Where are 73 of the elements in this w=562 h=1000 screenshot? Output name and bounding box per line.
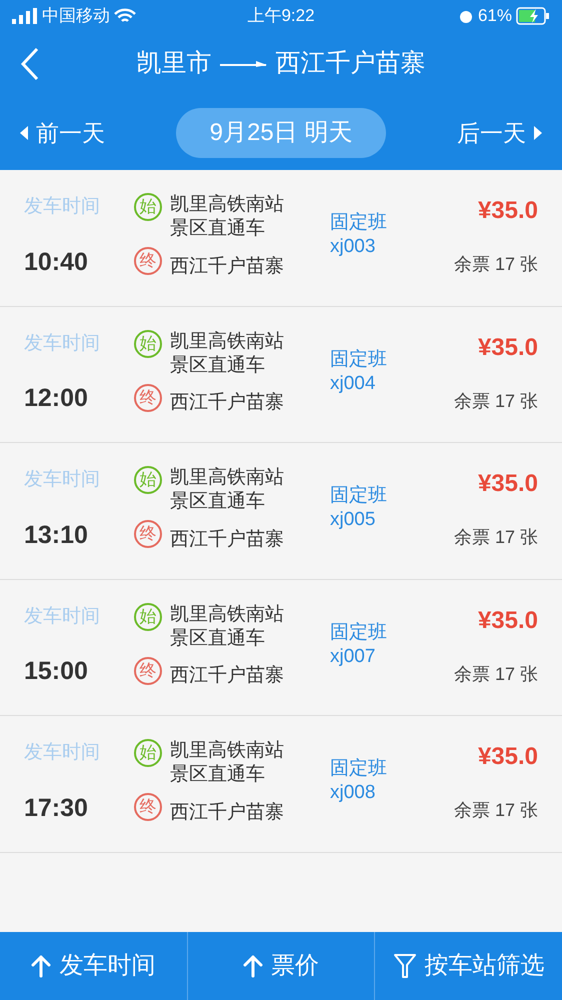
battery-percent: 61% (478, 5, 512, 28)
destination-city: 西江千户苗寨 (276, 48, 426, 80)
origin-city: 凯里市 (136, 48, 212, 80)
filter-icon (392, 953, 417, 979)
filter-button[interactable]: 按车站筛选 (374, 932, 562, 1000)
departure-time: 12:00 (24, 383, 89, 414)
ticket-price: ¥35.0 (478, 606, 538, 636)
remaining-tickets: 余票 17 张 (454, 799, 538, 822)
up-arrow-icon (31, 954, 52, 978)
departure-time: 15:00 (24, 656, 89, 687)
trip-type: 固定班 (330, 348, 387, 372)
remaining-tickets: 余票 17 张 (454, 662, 538, 686)
trip-row[interactable]: 发车时间 12:00 始 凯里高铁南站景区直通车 终 西江千户苗寨 固定班 xj004 ¥35.0 余票 17 张 (0, 306, 562, 443)
remaining-tickets: 余票 17 张 (454, 390, 538, 412)
departure-time: 13:10 (24, 520, 89, 550)
end-station: 西江千户苗寨 (170, 664, 284, 688)
trip-code: xj003 (330, 235, 376, 259)
departure-time: 17:30 (24, 792, 89, 824)
start-station: 凯里高铁南站景区直通车 (170, 602, 285, 650)
next-day-button[interactable]: 后一天 (457, 116, 542, 150)
end-mark: 终 (134, 384, 162, 412)
start-mark: 始 (134, 330, 162, 358)
start-station: 凯里高铁南站景区直通车 (170, 330, 285, 378)
end-mark: 终 (134, 793, 162, 821)
start-station: 凯里高铁南站景区直通车 (170, 466, 285, 514)
remaining-tickets: 余票 17 张 (454, 526, 538, 549)
start-mark: 始 (134, 602, 162, 630)
wifi-icon (114, 8, 136, 24)
trip-code: xj007 (330, 644, 376, 668)
departure-label: 发车时间 (24, 195, 101, 219)
right-triangle-icon (534, 126, 542, 140)
trip-code: xj008 (330, 781, 376, 805)
start-mark: 始 (134, 466, 162, 494)
trip-type: 固定班 (330, 484, 387, 508)
departure-time: 10:40 (24, 246, 89, 278)
end-station: 西江千户苗寨 (170, 528, 284, 552)
sort-button[interactable]: 票价 (186, 932, 374, 1000)
trip-code: xj005 (330, 508, 376, 532)
left-triangle-icon (20, 126, 28, 140)
trip-type: 固定班 (330, 211, 387, 235)
end-mark: 终 (134, 520, 162, 548)
date-picker[interactable]: 9月25日 明天 (176, 108, 386, 158)
previous-day-button[interactable]: 前一天 (20, 116, 105, 150)
end-mark: 终 (134, 247, 162, 275)
departure-label: 发车时间 (24, 468, 101, 492)
end-station: 西江千户苗寨 (170, 254, 284, 278)
end-mark: 终 (134, 656, 162, 684)
start-mark: 始 (134, 739, 162, 767)
end-station: 西江千户苗寨 (170, 800, 284, 824)
remaining-tickets: 余票 17 张 (454, 253, 538, 276)
route-arrow-icon (220, 58, 268, 70)
sort-button[interactable]: 发车时间 (0, 932, 187, 1000)
up-arrow-icon (243, 954, 263, 978)
trip-type: 固定班 (330, 757, 387, 781)
signal-icon (12, 8, 38, 24)
ticket-price: ¥35.0 (478, 469, 538, 499)
start-mark: 始 (134, 193, 162, 221)
start-station: 凯里高铁南站景区直通车 (170, 193, 285, 241)
trip-code: xj004 (330, 372, 376, 396)
trip-row[interactable]: 发车时间 15:00 始 凯里高铁南站景区直通车 终 西江千户苗寨 固定班 xj007 ¥35.0 余票 17 张 (0, 580, 562, 716)
end-station: 西江千户苗寨 (170, 391, 284, 415)
trip-type: 固定班 (330, 620, 387, 644)
ticket-price: ¥35.0 (478, 742, 538, 772)
battery-icon (516, 7, 550, 25)
carrier: 中国移动 (42, 5, 110, 28)
departure-label: 发车时间 (24, 332, 101, 356)
departure-label: 发车时间 (24, 604, 101, 628)
departure-label: 发车时间 (24, 741, 101, 765)
ticket-price: ¥35.0 (478, 196, 538, 226)
ticket-price: ¥35.0 (478, 332, 538, 362)
back-icon (20, 47, 40, 81)
start-station: 凯里高铁南站景区直通车 (170, 739, 285, 787)
clock: 上午9:22 (246, 5, 316, 28)
